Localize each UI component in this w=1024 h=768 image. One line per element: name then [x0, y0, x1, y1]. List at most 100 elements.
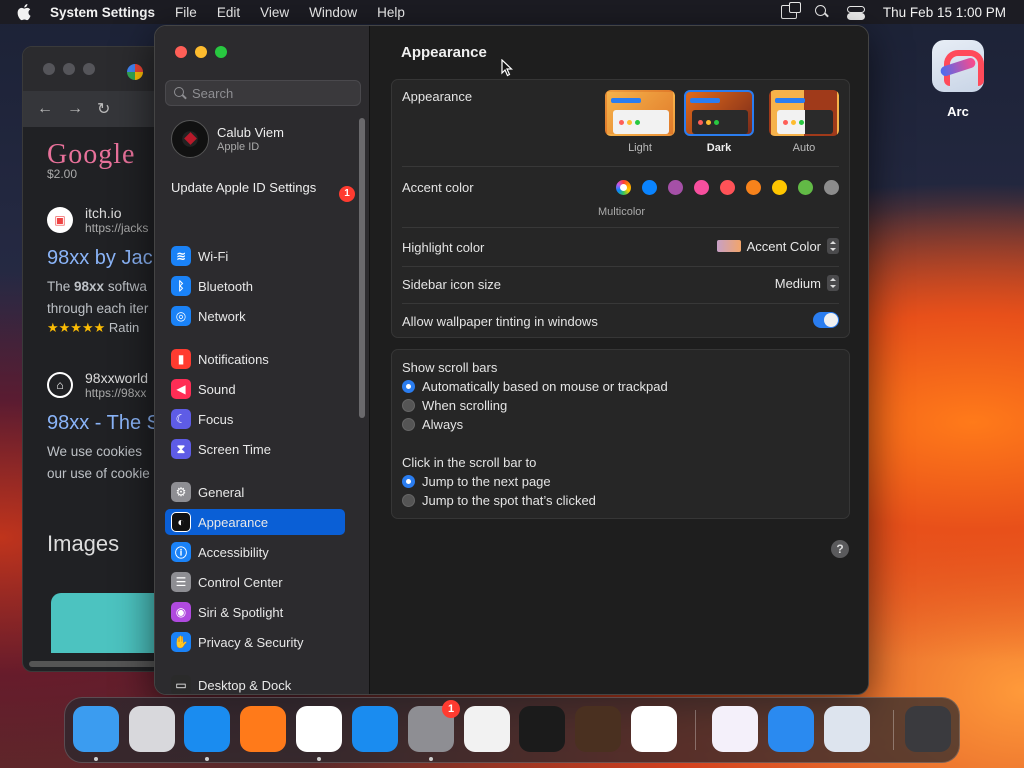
- control-center-icon[interactable]: [846, 5, 865, 20]
- dock-visual-studio-icon[interactable]: [712, 706, 758, 752]
- search-result-source[interactable]: ⌂ 98xxworld https://98xx: [47, 370, 171, 400]
- click-scroll-bar-heading: Click in the scroll bar to: [402, 455, 537, 470]
- accent-color-row: Accent color Multicolor: [402, 180, 839, 220]
- dock-app-store-icon[interactable]: [352, 706, 398, 752]
- background-browser-window[interactable]: ← → ↻ Google $2.00 ▣ itch.io https://jac…: [22, 46, 172, 672]
- radio-option[interactable]: Automatically based on mouse or trackpad: [402, 379, 668, 394]
- reload-icon[interactable]: ↻: [97, 99, 110, 119]
- accent-color-swatches: [616, 180, 839, 195]
- sidebar-item-wi-fi[interactable]: ≋ Wi-Fi: [165, 243, 345, 269]
- close-window-button[interactable]: [175, 46, 187, 58]
- arc-app-icon: [932, 40, 984, 92]
- accent-graphite-swatch[interactable]: [824, 180, 839, 195]
- sidebar-item-label: Screen Time: [198, 441, 271, 457]
- result-title-link[interactable]: 98xx by Jac: [47, 247, 171, 270]
- general-icon: ⚙: [171, 482, 191, 502]
- radio-button[interactable]: [402, 494, 415, 507]
- accent-purple-swatch[interactable]: [668, 180, 683, 195]
- result-site: 98xxworld: [85, 370, 149, 386]
- dock-trash-icon[interactable]: [905, 706, 951, 752]
- menu-view[interactable]: View: [260, 5, 289, 20]
- theme-option-light[interactable]: Light: [605, 90, 675, 154]
- sidebar-item-appearance[interactable]: ◐ Appearance: [165, 509, 345, 535]
- dock-weather-icon[interactable]: [768, 706, 814, 752]
- menu-clock[interactable]: Thu Feb 15 1:00 PM: [883, 5, 1006, 20]
- radio-button[interactable]: [402, 475, 415, 488]
- dock-launchpad-icon[interactable]: [129, 706, 175, 752]
- sidebar-item-label: Wi-Fi: [198, 248, 229, 264]
- search-result-source[interactable]: ▣ itch.io https://jacks: [47, 205, 171, 235]
- radio-option[interactable]: Jump to the next page: [402, 474, 551, 489]
- spotlight-search-icon[interactable]: [814, 5, 829, 19]
- dock-chrome-icon[interactable]: [296, 706, 342, 752]
- theme-option-dark[interactable]: Dark: [684, 90, 754, 154]
- sidebar-item-control-center[interactable]: ☰ Control Center: [165, 569, 345, 595]
- dock-firefox-icon[interactable]: [240, 706, 286, 752]
- radio-option[interactable]: Jump to the spot that’s clicked: [402, 493, 596, 508]
- apple-id-profile[interactable]: Calub Viem Apple ID: [171, 120, 284, 158]
- menu-edit[interactable]: Edit: [217, 5, 240, 20]
- radio-button[interactable]: [402, 380, 415, 393]
- sidebar-icon-size-popup[interactable]: Medium: [775, 275, 839, 291]
- sidebar-item-screen-time[interactable]: ⧗ Screen Time: [165, 436, 345, 462]
- radio-label: Automatically based on mouse or trackpad: [422, 379, 668, 394]
- update-badge: 1: [339, 186, 355, 202]
- accent-multicolor-swatch[interactable]: [616, 180, 631, 195]
- update-apple-id-item[interactable]: Update Apple ID Settings 1: [171, 180, 357, 202]
- sidebar-item-network[interactable]: ◎ Network: [165, 303, 345, 329]
- accent-red-swatch[interactable]: [720, 180, 735, 195]
- accent-orange-swatch[interactable]: [746, 180, 761, 195]
- horizontal-scrollbar[interactable]: [29, 661, 169, 667]
- menu-help[interactable]: Help: [377, 5, 405, 20]
- sidebar-search[interactable]: [165, 80, 361, 106]
- screen-mirroring-icon[interactable]: [780, 2, 801, 19]
- sidebar-item-focus[interactable]: ☾ Focus: [165, 406, 345, 432]
- dock-terminal-icon[interactable]: [519, 706, 565, 752]
- google-tab-icon[interactable]: [127, 64, 143, 80]
- system-settings-window: Calub Viem Apple ID Update Apple ID Sett…: [154, 25, 869, 695]
- menu-window[interactable]: Window: [309, 5, 357, 20]
- accent-pink-swatch[interactable]: [694, 180, 709, 195]
- sidebar-item-accessibility[interactable]: ⓘ Accessibility: [165, 539, 345, 565]
- menu-file[interactable]: File: [175, 5, 197, 20]
- radio-button[interactable]: [402, 418, 415, 431]
- radio-button[interactable]: [402, 399, 415, 412]
- dock-finder-icon[interactable]: [73, 706, 119, 752]
- radio-option[interactable]: When scrolling: [402, 398, 507, 413]
- accessibility-icon: ⓘ: [171, 542, 191, 562]
- highlight-color-popup[interactable]: Accent Color: [716, 238, 839, 254]
- dock-arc-icon[interactable]: [824, 706, 870, 752]
- highlight-color-row: Highlight color Accent Color: [402, 238, 839, 255]
- back-arrow-icon[interactable]: ←: [37, 100, 53, 118]
- desktop-arc-shortcut[interactable]: Arc: [932, 40, 984, 119]
- forward-arrow-icon[interactable]: →: [67, 100, 83, 118]
- accent-blue-swatch[interactable]: [642, 180, 657, 195]
- sidebar-item-siri-spotlight[interactable]: ◉ Siri & Spotlight: [165, 599, 345, 625]
- dock-visual-studio-code-icon[interactable]: [631, 706, 677, 752]
- sidebar-item-bluetooth[interactable]: ᛒ Bluetooth: [165, 273, 345, 299]
- wallpaper-tinting-toggle[interactable]: [813, 312, 839, 328]
- radio-option[interactable]: Always: [402, 417, 463, 432]
- privacy-security-icon: ✋: [171, 632, 191, 652]
- dock-garageband-icon[interactable]: [575, 706, 621, 752]
- search-input[interactable]: [192, 85, 352, 101]
- result-title-link[interactable]: 98xx - The S: [47, 412, 171, 435]
- zoom-window-button[interactable]: [215, 46, 227, 58]
- apple-menu-icon[interactable]: [0, 3, 50, 21]
- sidebar-item-general[interactable]: ⚙ General: [165, 479, 345, 505]
- help-button[interactable]: ?: [831, 540, 849, 558]
- accent-yellow-swatch[interactable]: [772, 180, 787, 195]
- sidebar-item-sound[interactable]: ◀ Sound: [165, 376, 345, 402]
- sidebar-item-privacy-security[interactable]: ✋ Privacy & Security: [165, 629, 345, 655]
- dock-textedit-icon[interactable]: [464, 706, 510, 752]
- minimize-window-button[interactable]: [195, 46, 207, 58]
- sidebar-item-desktop-dock[interactable]: ▭ Desktop & Dock: [165, 672, 345, 694]
- profile-name: Calub Viem: [217, 125, 284, 140]
- sidebar-scrollbar[interactable]: [359, 118, 365, 418]
- dock-safari-icon[interactable]: [184, 706, 230, 752]
- accent-green-swatch[interactable]: [798, 180, 813, 195]
- theme-option-auto[interactable]: Auto: [769, 90, 839, 154]
- mouse-pointer-icon: [501, 59, 513, 77]
- menu-app-name[interactable]: System Settings: [50, 5, 155, 20]
- sidebar-item-notifications[interactable]: ▮ Notifications: [165, 346, 345, 372]
